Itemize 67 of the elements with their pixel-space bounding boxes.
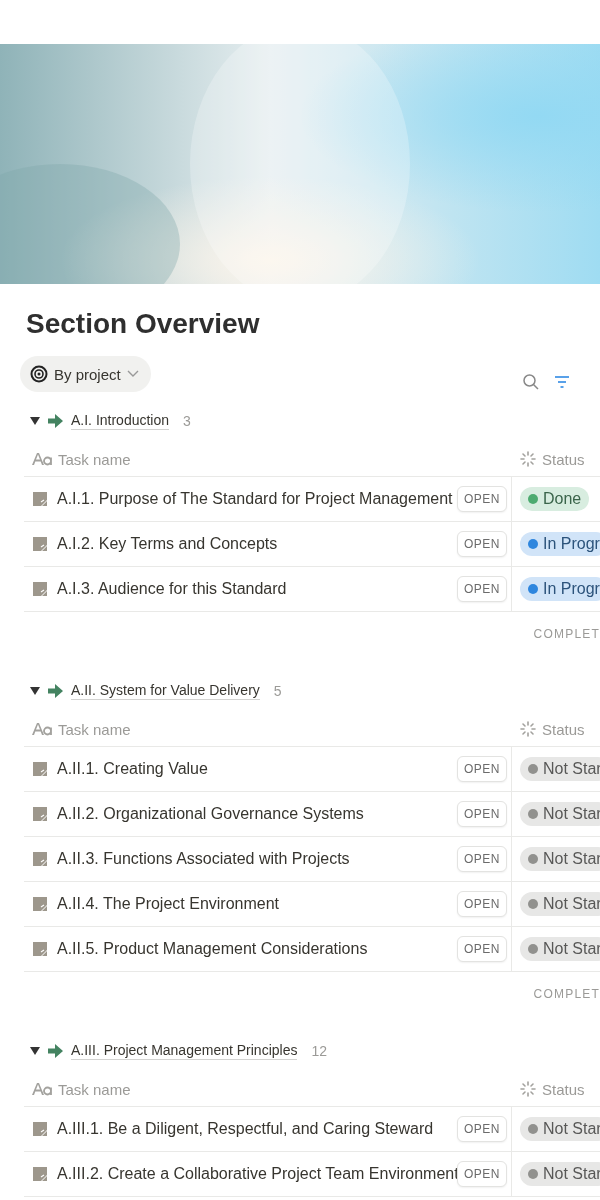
task-name: A.III.1. Be a Diligent, Respectful, and Caring Steward [57,1120,434,1138]
filter-button[interactable] [554,375,570,389]
group-count: 5 [273,683,282,699]
status-tag: In Progr [520,532,600,556]
open-button[interactable]: OPEN [457,891,507,917]
spinner-icon [520,721,536,737]
task-name: A.II.3. Functions Associated with Projects [57,850,350,868]
page-icon [33,1122,47,1136]
group-count: 3 [183,413,191,429]
task-name: A.I.3. Audience for this Standard [57,580,287,598]
target-icon [30,365,48,383]
group-link[interactable]: A.III. Project Management Principles [71,1042,298,1060]
open-button[interactable]: OPEN [457,801,507,827]
open-button[interactable]: OPEN [457,486,507,512]
status-tag: In Progr [520,577,600,601]
task-name: A.I.2. Key Terms and Concepts [57,535,278,553]
page-icon [33,807,47,821]
chevron-down-icon [126,370,139,378]
task-name: A.II.1. Creating Value [57,760,208,778]
arrow-right-icon [48,684,63,698]
page-icon [33,762,47,776]
group-count: 12 [311,1043,327,1059]
calculate-label[interactable]: COMPLET [533,987,600,1001]
text-type-icon [32,722,52,736]
column-header: Task name [58,720,131,738]
status-tag: Done [520,487,590,511]
column-header: Task name [58,450,131,468]
arrow-right-icon [48,1044,63,1058]
search-button[interactable] [522,373,540,391]
group-link[interactable]: A.II. System for Value Delivery [71,682,260,700]
view-selector[interactable]: By project [20,356,151,392]
open-button[interactable]: OPEN [457,1116,507,1142]
spinner-icon [520,451,536,467]
page-icon [33,852,47,866]
task-name: A.I.1. Purpose of The Standard for Project Management [57,490,453,508]
column-header: Status [542,1080,585,1098]
arrow-right-icon [48,414,63,428]
page-icon [33,942,47,956]
page-icon [33,582,47,596]
task-name: A.II.4. The Project Environment [57,895,280,913]
open-button[interactable]: OPEN [457,576,507,602]
text-type-icon [32,1082,52,1096]
calculate-label[interactable]: COMPLET [533,627,600,641]
task-name: A.II.2. Organizational Governance Systems [57,805,364,823]
column-header: Status [542,450,585,468]
task-name: A.II.5. Product Management Considerations [57,940,368,958]
open-button[interactable]: OPEN [457,1161,507,1187]
text-type-icon [32,452,52,466]
collapse-toggle[interactable] [30,687,40,695]
search-icon [522,373,540,391]
open-button[interactable]: OPEN [457,756,507,782]
open-button[interactable]: OPEN [457,936,507,962]
spinner-icon [520,1081,536,1097]
open-button[interactable]: OPEN [457,846,507,872]
page-icon [33,1167,47,1181]
page-icon [33,897,47,911]
column-header: Status [542,720,585,738]
collapse-toggle[interactable] [30,1047,40,1055]
page-icon [33,492,47,506]
open-button[interactable]: OPEN [457,531,507,557]
page-title: Section Overview [26,308,261,340]
group-link[interactable]: A.I. Introduction [71,412,170,430]
task-name: A.III.2. Create a Collaborative Project Team Environment [57,1165,459,1183]
column-header: Task name [58,1080,131,1098]
collapse-toggle[interactable] [30,417,40,425]
page-icon [33,537,47,551]
filter-icon [554,375,570,389]
